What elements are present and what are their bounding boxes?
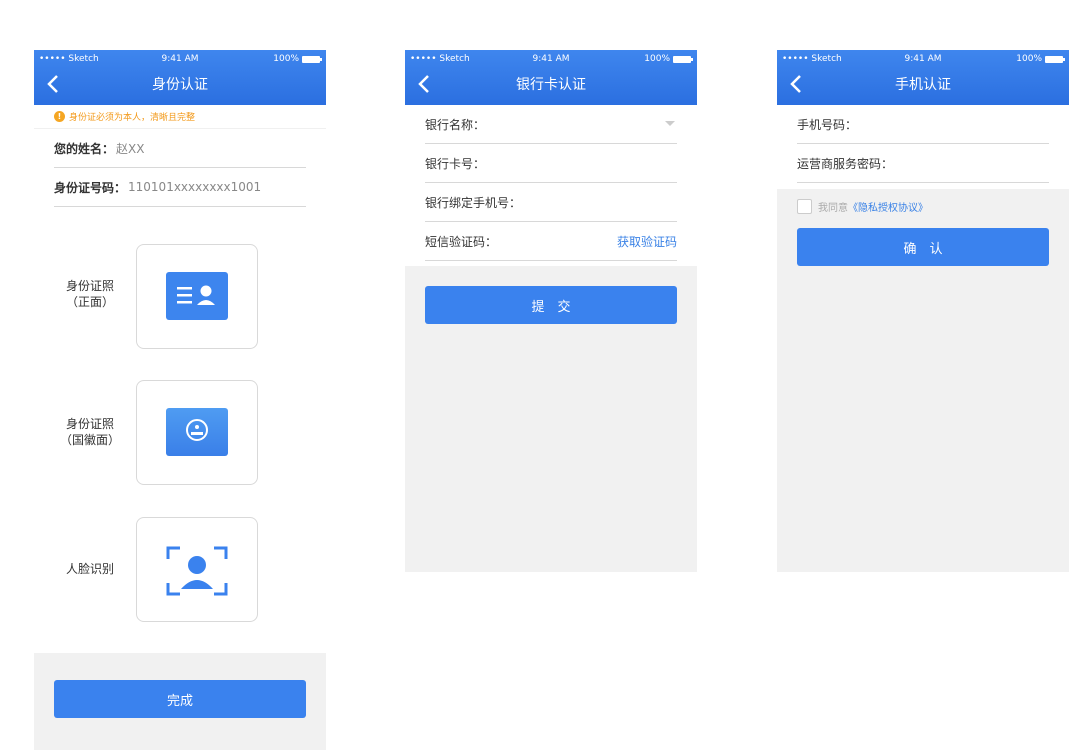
national-emblem-icon [166, 408, 228, 456]
phone-number-label: 手机号码： [797, 117, 858, 132]
status-bar: ••••• Sketch 9:41 AM 100% [405, 50, 697, 70]
battery-icon [1045, 55, 1065, 63]
phone-number-field[interactable]: 手机号码： [797, 105, 1049, 144]
id-number-field[interactable]: 身份证号码： 110101xxxxxxxx1001 [54, 168, 306, 207]
carrier-password-field[interactable]: 运营商服务密码： [797, 144, 1049, 183]
battery-icon [302, 55, 322, 63]
face-scan-icon [166, 546, 228, 596]
agreement-row: 我同意《隐私授权协议》 [777, 189, 1069, 223]
carrier-password-label: 运营商服务密码： [797, 156, 894, 171]
upload-row-face: 人脸识别 [34, 517, 326, 622]
agree-checkbox[interactable] [797, 198, 812, 214]
bank-name-label: 银行名称： [425, 117, 486, 132]
phone-verification-screen: ••••• Sketch 9:41 AM 100% 手机认证 手机号码： 运营商… [777, 50, 1069, 572]
upload-label-line2: （国徽面） [60, 433, 121, 447]
id-number-label: 身份证号码： [54, 180, 127, 195]
id-front-upload-button[interactable] [136, 244, 258, 349]
dropdown-arrow-icon[interactable] [665, 121, 675, 126]
bank-name-field[interactable]: 银行名称： [425, 105, 677, 144]
battery-percent: 100% [644, 54, 670, 64]
sms-code-field[interactable]: 短信验证码： 获取验证码 [425, 222, 677, 261]
battery-indicator: 100% [273, 54, 322, 64]
name-field[interactable]: 您的姓名： 赵XX [54, 129, 306, 168]
notice-bar: ! 身份证必须为本人，清晰且完整 [34, 105, 326, 129]
upload-row-id-back: 身份证照 （国徽面） [34, 380, 326, 485]
battery-indicator: 100% [644, 54, 693, 64]
bound-phone-field[interactable]: 银行绑定手机号： [425, 183, 677, 222]
face-scan-button[interactable] [136, 517, 258, 622]
bottom-area: 提 交 [405, 266, 697, 572]
battery-indicator: 100% [1016, 54, 1065, 64]
status-bar: ••••• Sketch 9:41 AM 100% [777, 50, 1069, 70]
id-card-front-icon [166, 272, 228, 320]
bottom-area: 我同意《隐私授权协议》 确 认 [777, 189, 1069, 572]
battery-percent: 100% [273, 54, 299, 64]
notice-text: 身份证必须为本人，清晰且完整 [69, 113, 196, 123]
page-title: 手机认证 [895, 77, 951, 93]
id-back-upload-button[interactable] [136, 380, 258, 485]
sms-code-label: 短信验证码： [425, 234, 498, 249]
nav-bar: ••••• Sketch 9:41 AM 100% 手机认证 [777, 50, 1069, 105]
upload-label-line1: 身份证照 [65, 417, 114, 431]
privacy-agreement-link[interactable]: 《隐私授权协议》 [848, 203, 928, 214]
nav-bar: ••••• Sketch 9:41 AM 100% 银行卡认证 [405, 50, 697, 105]
name-label: 您的姓名： [54, 141, 115, 156]
id-number-value: 110101xxxxxxxx1001 [128, 180, 262, 194]
bank-card-verification-screen: ••••• Sketch 9:41 AM 100% 银行卡认证 银行名称： 银行… [405, 50, 697, 572]
warning-icon: ! [54, 111, 65, 122]
bound-phone-label: 银行绑定手机号： [425, 195, 522, 210]
name-value: 赵XX [116, 141, 145, 156]
get-code-button[interactable]: 获取验证码 [617, 233, 677, 250]
upload-label-line2: （正面） [65, 295, 114, 309]
page-title: 身份认证 [152, 77, 208, 93]
status-bar: ••••• Sketch 9:41 AM 100% [34, 50, 326, 70]
nav-bar: ••••• Sketch 9:41 AM 100% 身份认证 [34, 50, 326, 105]
upload-row-id-front: 身份证照 （正面） [34, 244, 326, 349]
agree-prefix: 我同意 [818, 202, 848, 214]
card-number-field[interactable]: 银行卡号： [425, 144, 677, 183]
confirm-button[interactable]: 确 认 [797, 228, 1049, 266]
battery-percent: 100% [1016, 54, 1042, 64]
complete-button[interactable]: 完成 [54, 680, 306, 718]
page-title: 银行卡认证 [516, 77, 586, 93]
upload-label-line1: 身份证照 [65, 279, 114, 293]
bottom-area: 完成 [34, 653, 326, 750]
identity-verification-screen: ••••• Sketch 9:41 AM 100% 身份认证 ! 身份证必须为本… [34, 50, 326, 750]
submit-button[interactable]: 提 交 [425, 286, 677, 324]
upload-label-line1: 人脸识别 [65, 562, 114, 576]
battery-icon [673, 55, 693, 63]
card-number-label: 银行卡号： [425, 156, 486, 171]
